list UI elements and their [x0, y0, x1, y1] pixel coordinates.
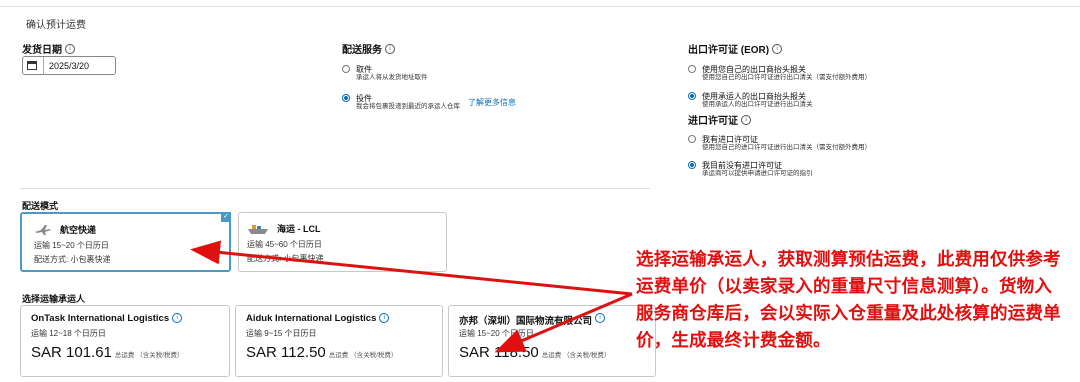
arrow-to-carrier [494, 292, 633, 353]
arrow-to-air-mode [190, 240, 633, 296]
annotation-text: 选择运输承运人，获取测算预估运费，此费用仅供参考运费单价（以卖家录入的重量尺寸信… [636, 250, 1061, 351]
